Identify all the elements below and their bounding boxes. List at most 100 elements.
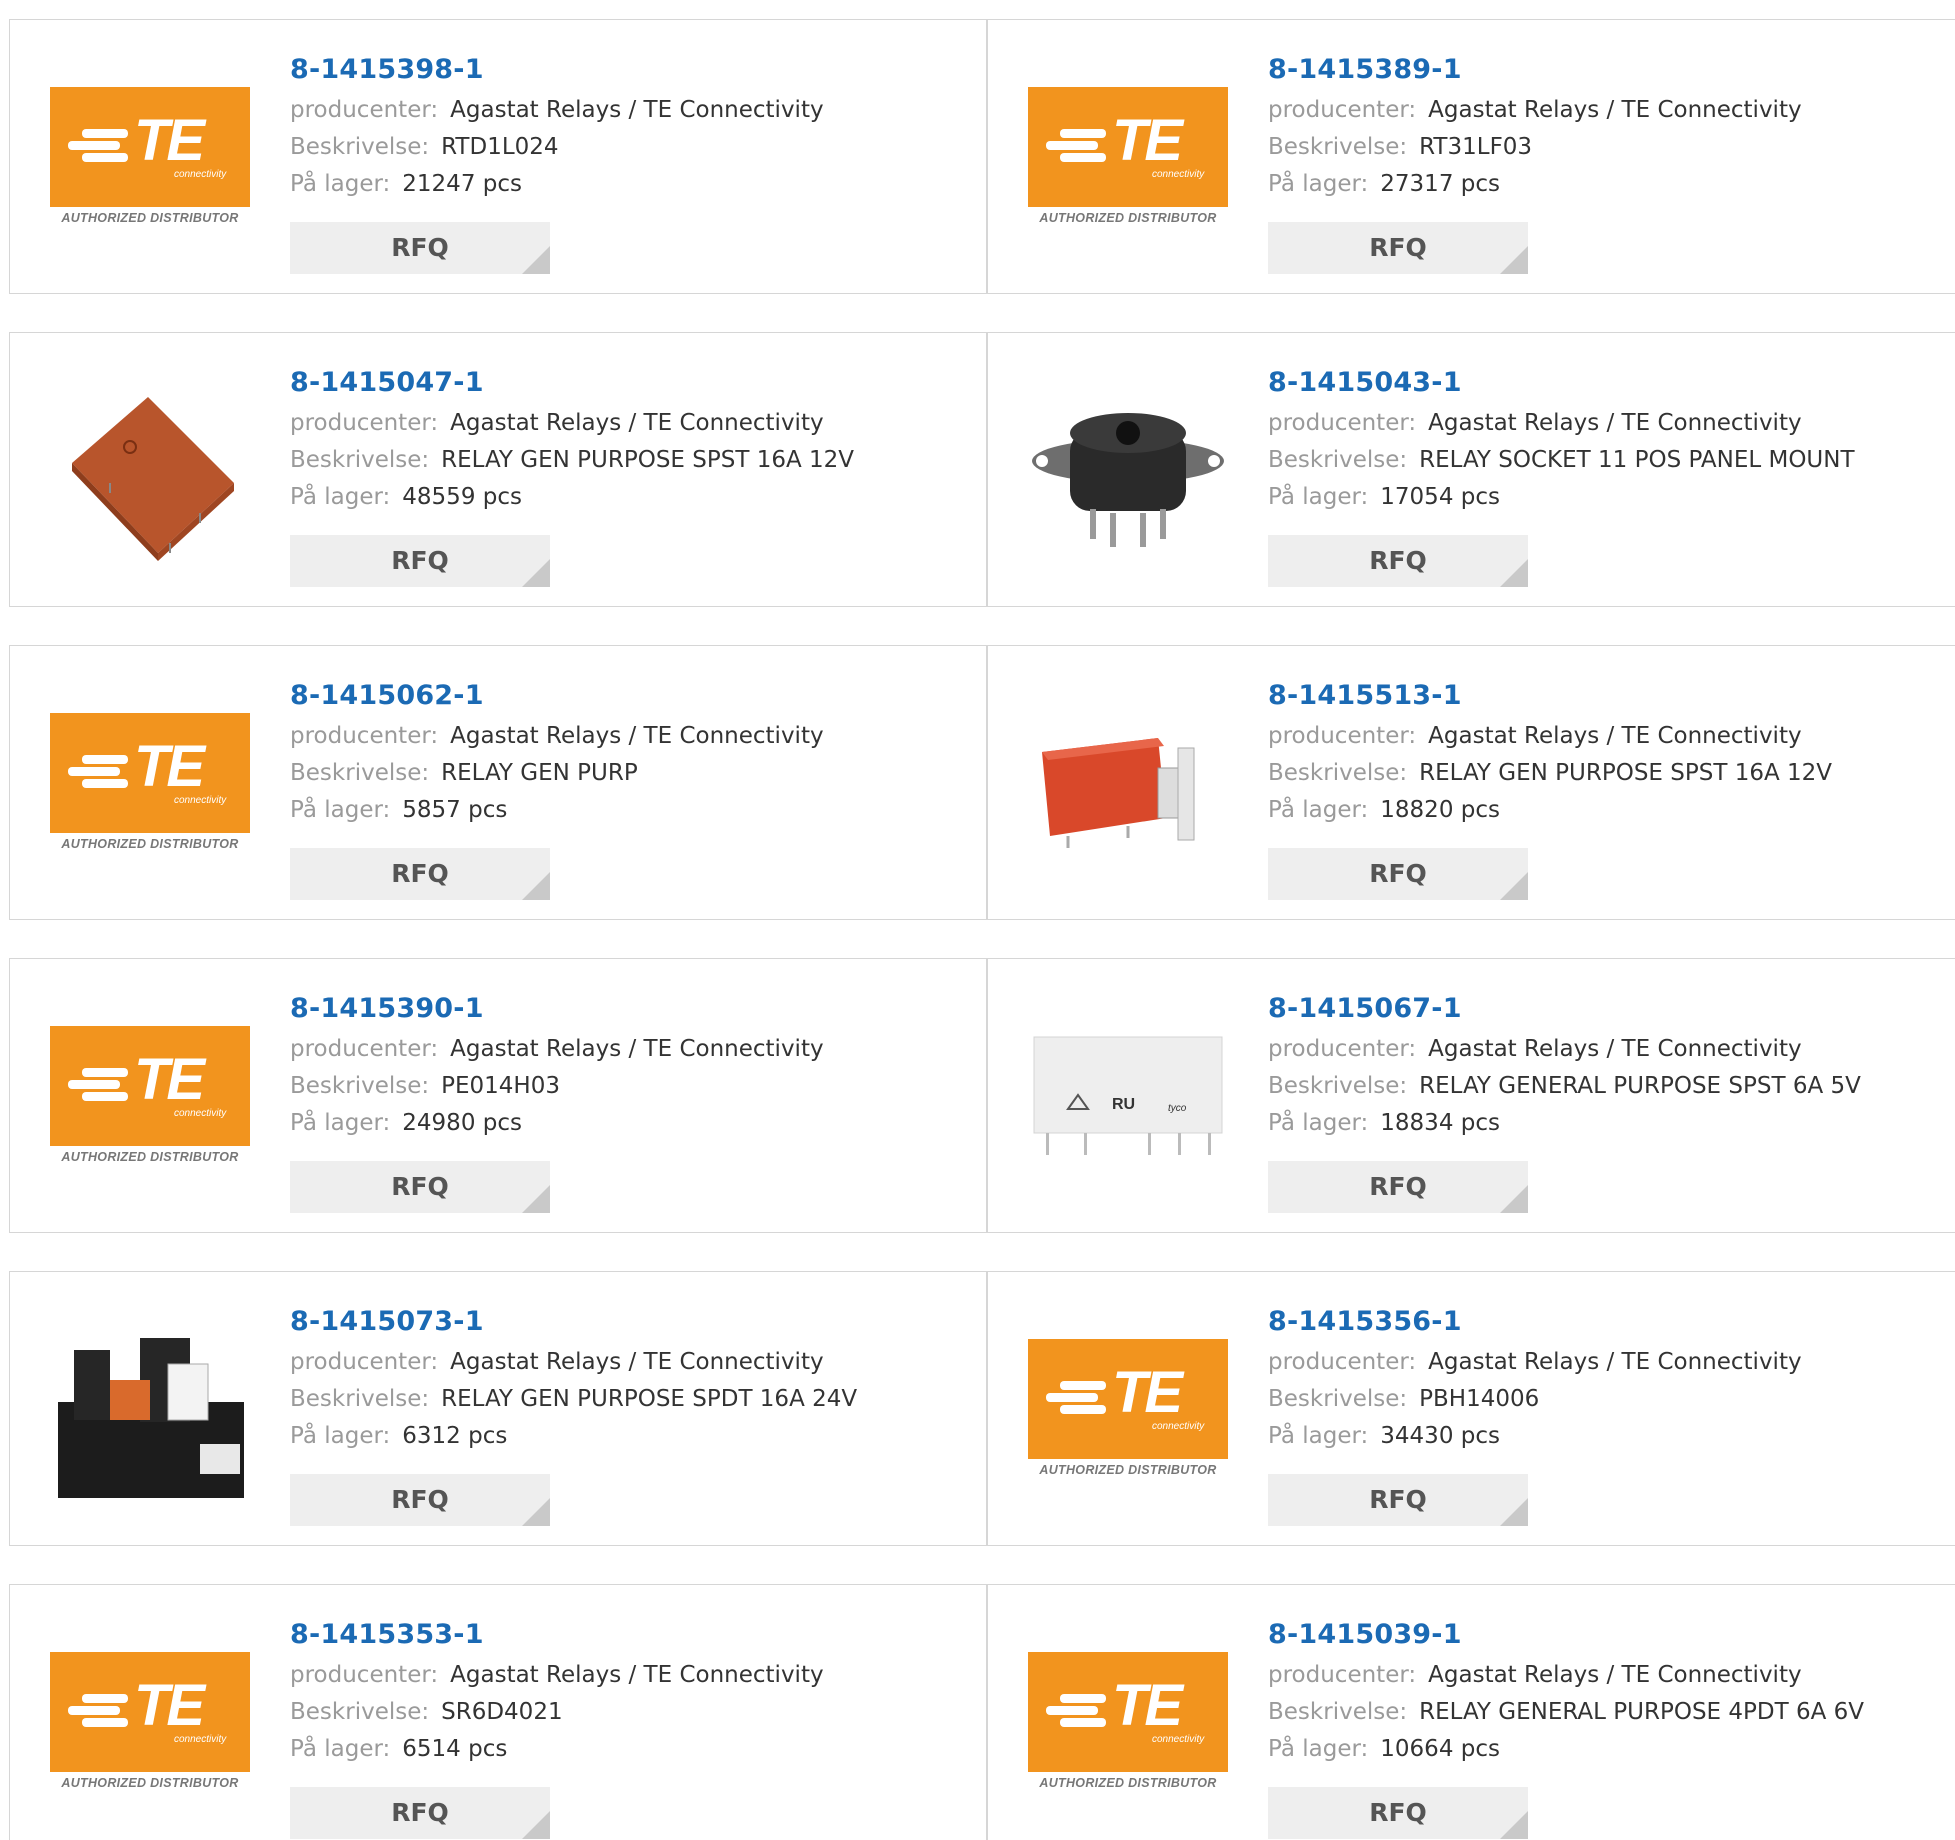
rfq-label: RFQ xyxy=(391,546,449,575)
description-value: PBH14006 xyxy=(1419,1386,1540,1412)
description-value: PE014H03 xyxy=(441,1073,560,1099)
authorized-distributor-text: AUTHORIZED DISTRIBUTOR xyxy=(61,837,239,851)
rfq-button[interactable]: RFQ xyxy=(290,848,550,900)
stock-value: 6312 pcs xyxy=(402,1423,508,1449)
stock-value: 6514 pcs xyxy=(402,1736,508,1762)
corner-triangle-icon xyxy=(1500,1498,1528,1526)
manufacturer-label: producenter: xyxy=(290,1036,439,1062)
product-image[interactable]: TE connectivity AUTHORIZED DISTRIBUTOR xyxy=(50,1001,250,1201)
authorized-distributor-text: AUTHORIZED DISTRIBUTOR xyxy=(61,1776,239,1790)
part-number-link[interactable]: 8-1415513-1 xyxy=(1268,674,1945,718)
product-card: 8-1415047-1 producenter: Agastat Relays /… xyxy=(9,332,987,607)
part-number-link[interactable]: 8-1415073-1 xyxy=(290,1300,976,1344)
stock-label: På lager: xyxy=(290,1110,391,1136)
te-connectivity-logo: TE connectivity AUTHORIZED DISTRIBUTOR xyxy=(50,713,250,863)
rfq-button[interactable]: RFQ xyxy=(290,1474,550,1526)
description-label: Beskrivelse: xyxy=(1268,447,1408,473)
part-number-link[interactable]: 8-1415356-1 xyxy=(1268,1300,1945,1344)
product-image[interactable]: TE connectivity AUTHORIZED DISTRIBUTOR xyxy=(1028,1627,1228,1827)
corner-triangle-icon xyxy=(522,559,550,587)
product-image[interactable]: TE connectivity AUTHORIZED DISTRIBUTOR xyxy=(1028,62,1228,262)
stock-row: På lager: 6514 pcs xyxy=(290,1731,976,1768)
manufacturer-value: Agastat Relays / TE Connectivity xyxy=(450,1662,824,1688)
product-image[interactable] xyxy=(1028,688,1228,888)
description-row: Beskrivelse: RT31LF03 xyxy=(1268,129,1945,166)
rfq-button[interactable]: RFQ xyxy=(1268,1161,1528,1213)
product-image[interactable]: RU tyco xyxy=(1028,1001,1228,1201)
stock-value: 21247 pcs xyxy=(402,171,522,197)
corner-triangle-icon xyxy=(522,872,550,900)
rfq-button[interactable]: RFQ xyxy=(1268,1474,1528,1526)
part-number-link[interactable]: 8-1415062-1 xyxy=(290,674,976,718)
part-number-link[interactable]: 8-1415390-1 xyxy=(290,987,976,1031)
manufacturer-label: producenter: xyxy=(1268,1349,1417,1375)
description-row: Beskrivelse: RELAY GEN PURP xyxy=(290,755,976,792)
corner-triangle-icon xyxy=(1500,246,1528,274)
part-number-link[interactable]: 8-1415389-1 xyxy=(1268,48,1945,92)
te-lines-icon xyxy=(68,1064,130,1104)
rfq-button[interactable]: RFQ xyxy=(290,222,550,274)
product-image[interactable] xyxy=(50,375,250,575)
description-label: Beskrivelse: xyxy=(290,1386,430,1412)
product-image[interactable]: TE connectivity AUTHORIZED DISTRIBUTOR xyxy=(50,62,250,262)
description-value: RTD1L024 xyxy=(441,134,559,160)
te-connectivity-logo: TE connectivity AUTHORIZED DISTRIBUTOR xyxy=(50,1652,250,1802)
part-number-link[interactable]: 8-1415398-1 xyxy=(290,48,976,92)
stock-value: 18820 pcs xyxy=(1380,797,1500,823)
te-logo-subtext: connectivity xyxy=(1152,1734,1205,1745)
manufacturer-row: producenter: Agastat Relays / TE Connecti… xyxy=(1268,405,1945,442)
product-card: 8-1415043-1 producenter: Agastat Relays /… xyxy=(987,332,1955,607)
description-value: SR6D4021 xyxy=(441,1699,563,1725)
rfq-label: RFQ xyxy=(391,233,449,262)
stock-row: På lager: 21247 pcs xyxy=(290,166,976,203)
te-lines-icon xyxy=(1046,1377,1108,1417)
part-number-link[interactable]: 8-1415039-1 xyxy=(1268,1613,1945,1657)
description-row: Beskrivelse: RELAY GEN PURPOSE SPDT 16A 2… xyxy=(290,1381,976,1418)
part-number-link[interactable]: 8-1415067-1 xyxy=(1268,987,1945,1031)
part-number-link[interactable]: 8-1415353-1 xyxy=(290,1613,976,1657)
product-grid: TE connectivity AUTHORIZED DISTRIBUTOR 8… xyxy=(0,0,1955,1840)
manufacturer-value: Agastat Relays / TE Connectivity xyxy=(1428,1036,1802,1062)
rfq-button[interactable]: RFQ xyxy=(1268,222,1528,274)
part-number-link[interactable]: 8-1415043-1 xyxy=(1268,361,1945,405)
stock-row: På lager: 27317 pcs xyxy=(1268,166,1945,203)
rfq-button[interactable]: RFQ xyxy=(290,1787,550,1839)
corner-triangle-icon xyxy=(1500,559,1528,587)
product-image[interactable]: TE connectivity AUTHORIZED DISTRIBUTOR xyxy=(50,1627,250,1827)
stock-value: 48559 pcs xyxy=(402,484,522,510)
rfq-label: RFQ xyxy=(1369,859,1427,888)
rfq-button[interactable]: RFQ xyxy=(290,1161,550,1213)
product-card: TE connectivity AUTHORIZED DISTRIBUTOR 8… xyxy=(9,958,987,1233)
relay-red-image xyxy=(1042,738,1195,848)
authorized-distributor-text: AUTHORIZED DISTRIBUTOR xyxy=(61,211,239,225)
rfq-button[interactable]: RFQ xyxy=(290,535,550,587)
te-logo-text: TE xyxy=(1112,1360,1183,1425)
svg-text:tyco: tyco xyxy=(1168,1103,1187,1114)
product-card: TE connectivity AUTHORIZED DISTRIBUTOR 8… xyxy=(987,1584,1955,1840)
product-image[interactable]: TE connectivity AUTHORIZED DISTRIBUTOR xyxy=(50,688,250,888)
description-row: Beskrivelse: RELAY GEN PURPOSE SPST 16A 1… xyxy=(1268,755,1945,792)
product-image[interactable] xyxy=(50,1314,250,1514)
stock-row: På lager: 18834 pcs xyxy=(1268,1105,1945,1142)
stock-label: På lager: xyxy=(1268,484,1369,510)
rfq-button[interactable]: RFQ xyxy=(1268,848,1528,900)
manufacturer-value: Agastat Relays / TE Connectivity xyxy=(1428,97,1802,123)
rfq-button[interactable]: RFQ xyxy=(1268,1787,1528,1839)
rfq-label: RFQ xyxy=(391,1485,449,1514)
te-connectivity-logo: TE connectivity AUTHORIZED DISTRIBUTOR xyxy=(1028,1339,1228,1489)
part-number-link[interactable]: 8-1415047-1 xyxy=(290,361,976,405)
stock-row: På lager: 10664 pcs xyxy=(1268,1731,1945,1768)
rfq-label: RFQ xyxy=(1369,546,1427,575)
product-image[interactable]: TE connectivity AUTHORIZED DISTRIBUTOR xyxy=(1028,1314,1228,1514)
stock-label: På lager: xyxy=(290,1423,391,1449)
authorized-distributor-text: AUTHORIZED DISTRIBUTOR xyxy=(1039,211,1217,225)
corner-triangle-icon xyxy=(1500,1811,1528,1839)
product-image[interactable] xyxy=(1028,375,1228,575)
rfq-button[interactable]: RFQ xyxy=(1268,535,1528,587)
manufacturer-value: Agastat Relays / TE Connectivity xyxy=(450,1036,824,1062)
te-logo-subtext: connectivity xyxy=(1152,1421,1205,1432)
stock-value: 18834 pcs xyxy=(1380,1110,1500,1136)
rfq-label: RFQ xyxy=(1369,233,1427,262)
stock-row: På lager: 48559 pcs xyxy=(290,479,976,516)
te-logo-subtext: connectivity xyxy=(174,169,227,180)
